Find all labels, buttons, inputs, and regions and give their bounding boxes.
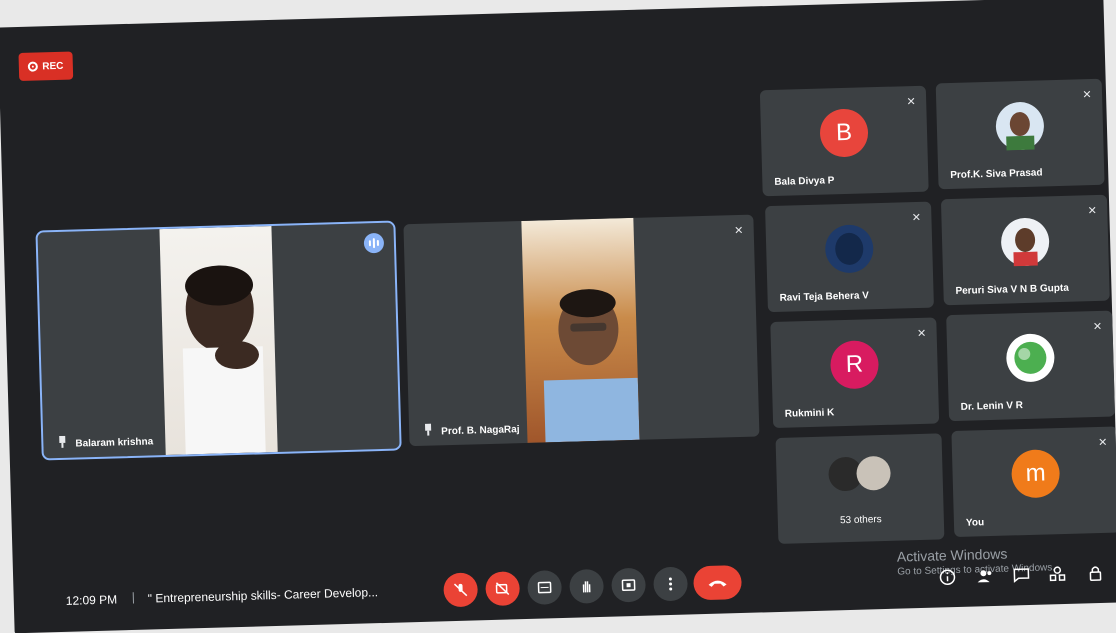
avatar — [856, 456, 891, 491]
others-count: 53 others — [840, 514, 882, 526]
avatar — [825, 224, 874, 273]
captions-button[interactable] — [527, 570, 562, 605]
chat-button[interactable] — [1011, 565, 1032, 586]
participant-tile-balaram[interactable]: Balaram krishna — [37, 223, 399, 459]
bottom-toolbar: Activate Windows Go to Settings to activ… — [13, 542, 1116, 633]
participant-name: Bala Divya P — [774, 175, 834, 188]
separator: | — [132, 590, 136, 604]
avatar — [995, 101, 1044, 150]
others-avatars — [828, 456, 891, 492]
participant-video — [521, 218, 639, 443]
participant-tile-rukmini[interactable]: R ✕ Rukmini K — [770, 317, 939, 428]
mic-off-icon: ✕ — [914, 326, 928, 340]
pin-icon[interactable] — [423, 424, 433, 436]
raise-hand-button[interactable] — [569, 569, 604, 604]
participant-name: Peruri Siva V N B Gupta — [955, 283, 1069, 297]
activities-icon — [1048, 565, 1066, 583]
participant-tile-ravi-teja[interactable]: ✕ Ravi Teja Behera V — [765, 202, 934, 313]
avatar — [1000, 217, 1049, 266]
participant-tile-peruri[interactable]: ✕ Peruri Siva V N B Gupta — [941, 195, 1110, 306]
more-options-button[interactable] — [653, 567, 688, 602]
mic-off-icon: ✕ — [1085, 203, 1099, 217]
chat-icon — [1012, 566, 1030, 584]
person-video-image — [521, 218, 639, 443]
meeting-time: 12:09 PM — [66, 592, 118, 607]
camera-off-icon — [494, 580, 510, 596]
present-screen-button[interactable] — [611, 568, 646, 603]
host-controls-button[interactable] — [1085, 563, 1106, 584]
participant-name: Prof. B. NagaRaj — [441, 424, 520, 437]
participant-name: Prof.K. Siva Prasad — [950, 167, 1043, 181]
participant-tile-bala-divya[interactable]: B ✕ Bala Divya P — [760, 86, 929, 197]
profile-photo — [1000, 217, 1049, 266]
mic-toggle-button[interactable] — [443, 572, 478, 607]
avatar: R — [830, 340, 879, 389]
participant-name: Dr. Lenin V R — [961, 400, 1024, 413]
leave-call-button[interactable] — [693, 565, 742, 600]
participant-tile-nagaraj[interactable]: ✕ Prof. B. NagaRaj — [403, 215, 759, 447]
avatar: m — [1011, 449, 1060, 498]
avatar: B — [819, 108, 868, 157]
participant-video — [159, 226, 277, 455]
participant-tile-you[interactable]: m ✕ You — [951, 426, 1116, 537]
people-button[interactable] — [975, 566, 996, 587]
hang-up-icon — [707, 576, 727, 589]
profile-photo — [1006, 333, 1055, 382]
record-icon — [28, 61, 38, 71]
pin-icon[interactable] — [57, 436, 67, 448]
meet-window: REC Balaram krishna — [0, 0, 1116, 633]
hand-icon — [578, 578, 594, 594]
speaking-indicator-icon — [364, 233, 385, 254]
mic-off-icon: ✕ — [1096, 435, 1110, 449]
recording-badge: REC — [18, 51, 73, 80]
participant-tile-siva-prasad[interactable]: ✕ Prof.K. Siva Prasad — [936, 79, 1105, 190]
people-icon — [976, 567, 994, 585]
camera-toggle-button[interactable] — [485, 571, 520, 606]
participant-tile-lenin[interactable]: ✕ Dr. Lenin V R — [946, 311, 1115, 422]
recording-label: REC — [42, 60, 63, 72]
more-vert-icon — [662, 576, 678, 592]
person-video-image — [159, 226, 277, 455]
mic-off-icon: ✕ — [1090, 319, 1104, 333]
captions-icon — [536, 579, 552, 595]
present-icon — [620, 577, 636, 593]
participant-name: Rukmini K — [785, 407, 835, 419]
mic-off-icon — [452, 582, 468, 598]
participant-name: Balaram krishna — [75, 436, 153, 449]
mic-off-icon: ✕ — [732, 223, 746, 237]
profile-photo — [825, 224, 874, 273]
info-icon — [938, 568, 956, 586]
lock-icon — [1086, 564, 1104, 582]
participant-tile-others[interactable]: 53 others — [776, 433, 945, 544]
mic-off-icon: ✕ — [1080, 87, 1094, 101]
meeting-title: " Entrepreneurship skills- Career Develo… — [148, 585, 379, 605]
participant-name: Ravi Teja Behera V — [779, 290, 869, 303]
avatar — [1006, 333, 1055, 382]
profile-photo — [995, 101, 1044, 150]
participant-name: You — [966, 517, 984, 529]
meeting-details-button[interactable] — [937, 567, 958, 588]
mic-off-icon: ✕ — [909, 210, 923, 224]
activate-windows-title: Activate Windows — [897, 546, 1008, 565]
mic-off-icon: ✕ — [904, 94, 918, 108]
activities-button[interactable] — [1047, 564, 1068, 585]
